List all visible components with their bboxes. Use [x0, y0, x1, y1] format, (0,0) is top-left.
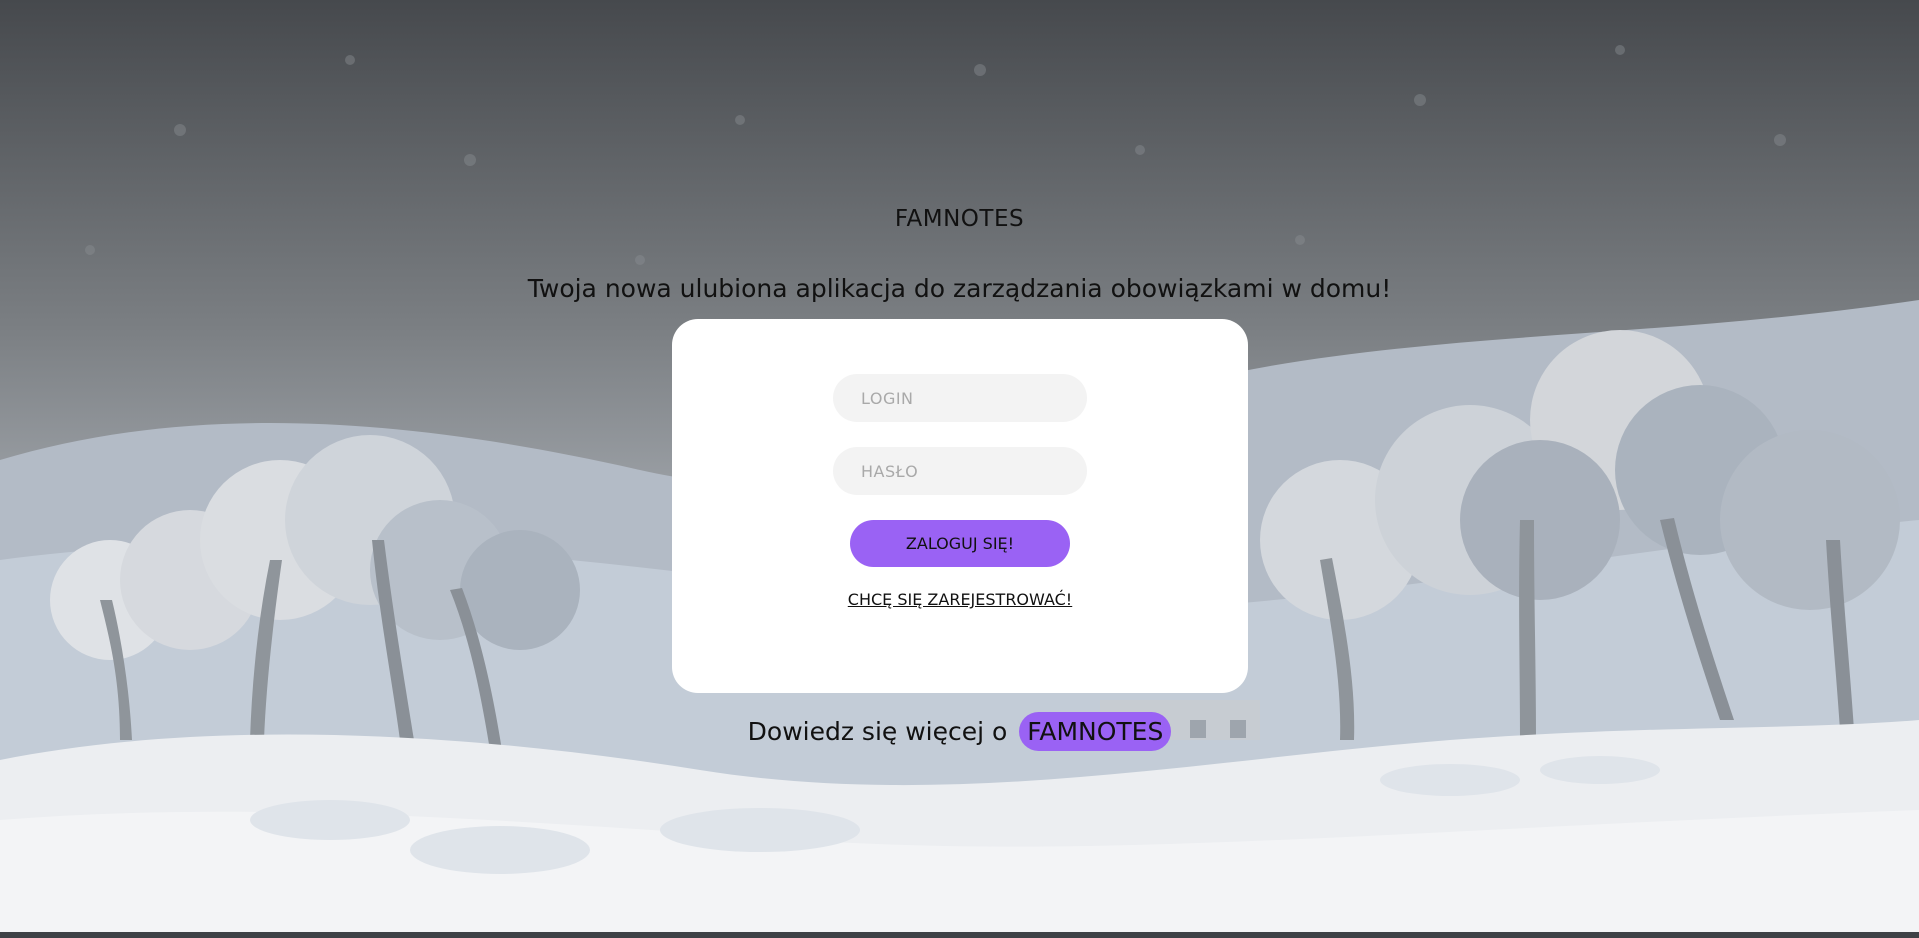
login-content: FAMNOTES Twoja nowa ulubiona aplikacja d… [0, 0, 1919, 938]
login-page: FAMNOTES Twoja nowa ulubiona aplikacja d… [0, 0, 1919, 938]
app-title: FAMNOTES [894, 206, 1025, 232]
login-button[interactable]: ZALOGUJ SIĘ! [850, 520, 1070, 567]
learn-more-famnotes-link[interactable]: FAMNOTES [1019, 712, 1172, 751]
login-card: ZALOGUJ SIĘ! CHCĘ SIĘ ZAREJESTROWAĆ! [672, 319, 1248, 693]
password-input[interactable] [833, 447, 1087, 495]
app-tagline: Twoja nowa ulubiona aplikacja do zarządz… [527, 274, 1392, 303]
learn-more: Dowiedz się więcej o FAMNOTES [0, 712, 1919, 751]
register-link[interactable]: CHCĘ SIĘ ZAREJESTROWAĆ! [672, 590, 1248, 609]
learn-more-text: Dowiedz się więcej o [747, 717, 1008, 746]
login-input[interactable] [833, 374, 1087, 422]
